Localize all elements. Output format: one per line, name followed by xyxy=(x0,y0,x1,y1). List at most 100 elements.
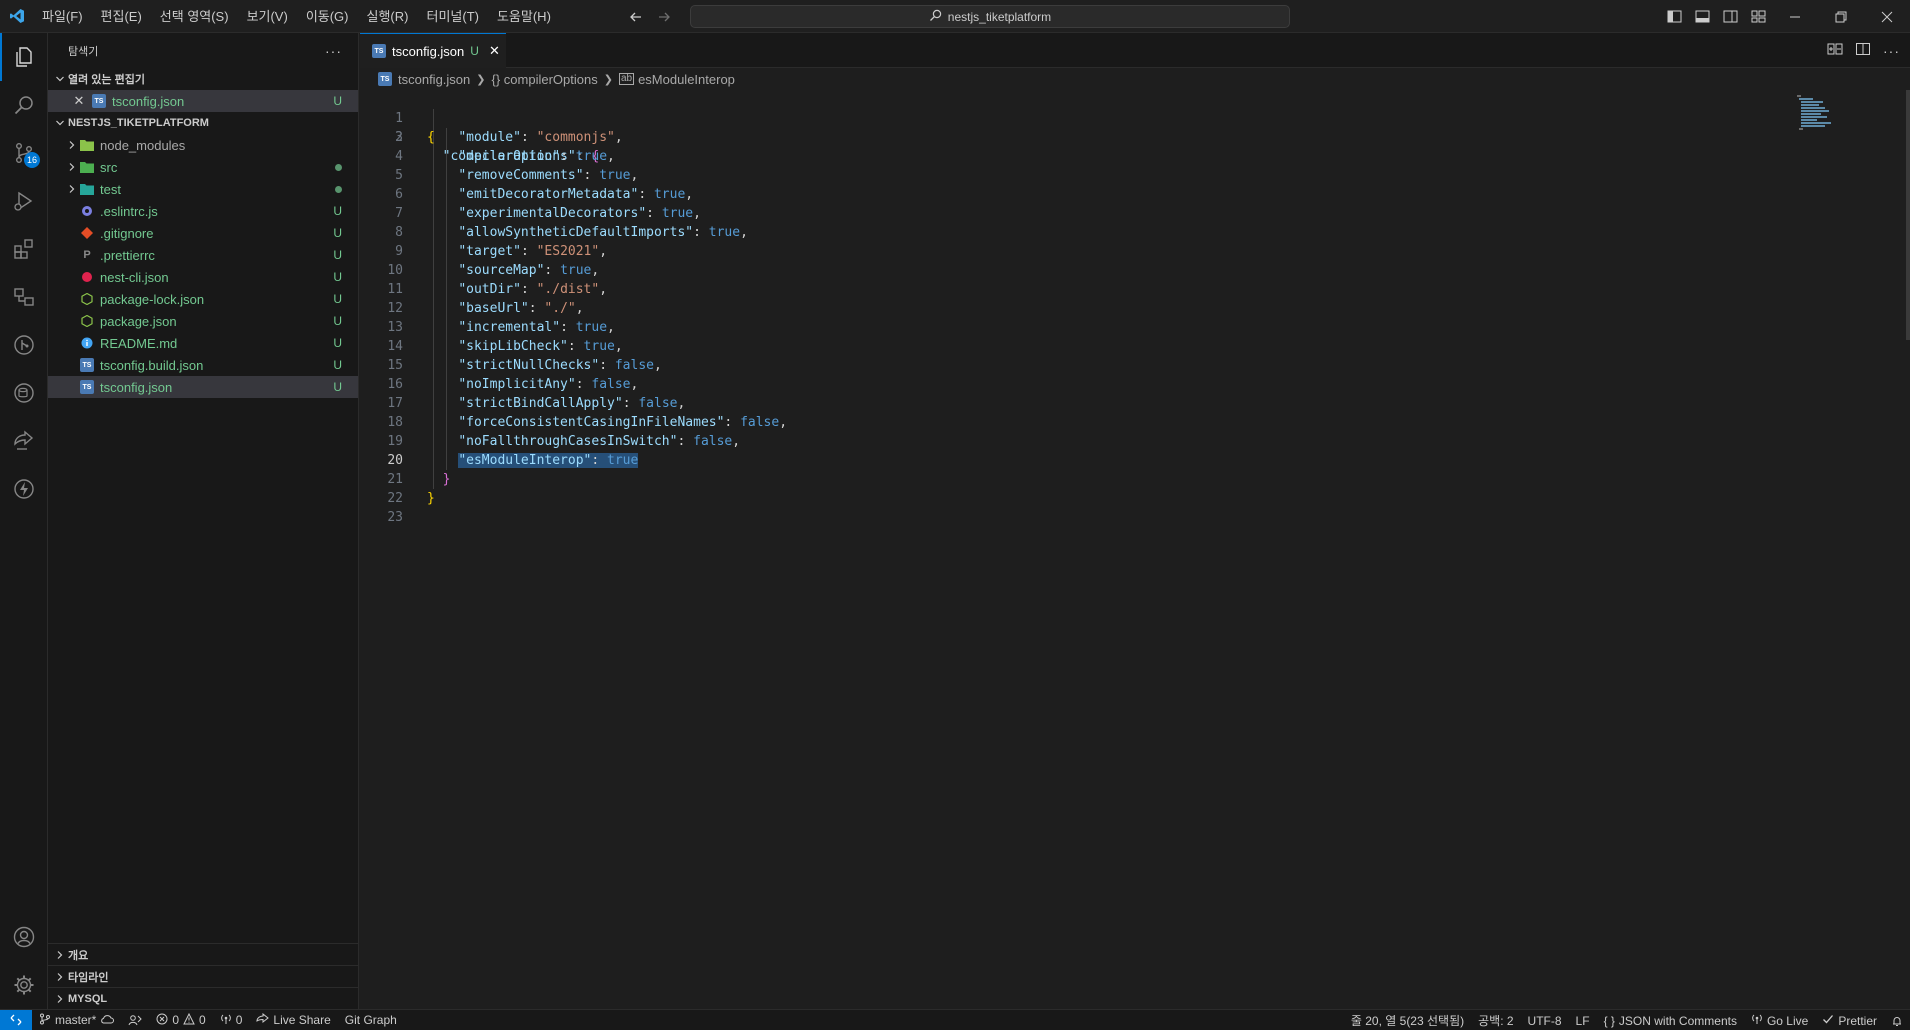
minimize-icon[interactable] xyxy=(1772,0,1818,33)
line-number: 22 xyxy=(387,491,403,506)
git-graph-icon[interactable] xyxy=(0,321,48,369)
accounts-icon[interactable] xyxy=(0,913,48,961)
cursor-position[interactable]: 줄 20, 열 5(23 선택됨) xyxy=(1344,1010,1471,1030)
branch-icon xyxy=(39,1013,51,1028)
accounts-sync-icon[interactable] xyxy=(121,1010,149,1030)
file-tsconfig[interactable]: TS tsconfig.json U xyxy=(48,376,358,398)
notifications-bell-icon[interactable] xyxy=(1884,1010,1910,1030)
file-package-lock[interactable]: package-lock.json U xyxy=(48,288,358,310)
menu-help[interactable]: 도움말(H) xyxy=(488,0,560,33)
live-share-status[interactable]: Live Share xyxy=(249,1010,337,1030)
code-text: "strictNullChecks": false, xyxy=(458,358,662,373)
file-tsconfig-build[interactable]: TS tsconfig.build.json U xyxy=(48,354,358,376)
split-editor-icon[interactable] xyxy=(1855,41,1871,60)
sync-cloud-icon[interactable] xyxy=(100,1013,115,1028)
restore-icon[interactable] xyxy=(1818,0,1864,33)
editor-scrollbar[interactable] xyxy=(1906,90,1910,340)
run-debug-icon[interactable] xyxy=(0,177,48,225)
language-mode[interactable]: { } JSON with Comments xyxy=(1597,1010,1744,1030)
more-actions-icon[interactable]: ··· xyxy=(1883,43,1900,59)
indentation[interactable]: 공백: 2 xyxy=(1471,1010,1520,1030)
breadcrumb-file[interactable]: tsconfig.json xyxy=(398,72,470,87)
go-live-button[interactable]: Go Live xyxy=(1744,1010,1815,1030)
menu-terminal[interactable]: 터미널(T) xyxy=(417,0,487,33)
prettier-icon: P xyxy=(83,249,91,261)
toggle-primary-sidebar-icon[interactable] xyxy=(1660,0,1688,33)
thunder-client-icon[interactable] xyxy=(0,465,48,513)
live-share-icon[interactable] xyxy=(0,417,48,465)
close-window-icon[interactable] xyxy=(1864,0,1910,33)
customize-layout-icon[interactable] xyxy=(1744,0,1772,33)
file-readme[interactable]: README.md U xyxy=(48,332,358,354)
file-nest-cli[interactable]: nest-cli.json U xyxy=(48,266,358,288)
open-changes-icon[interactable] xyxy=(1827,41,1843,60)
git-graph-label: Git Graph xyxy=(344,1013,397,1027)
tsconfig-file-icon: TS xyxy=(92,94,106,108)
open-editor-item[interactable]: ✕ TS tsconfig.json U xyxy=(48,90,358,112)
line-number: 20 xyxy=(387,453,403,468)
json-key: "experimentalDecorators" xyxy=(458,206,647,221)
forward-arrow-icon[interactable] xyxy=(656,9,672,25)
git-graph-status[interactable]: Git Graph xyxy=(338,1010,404,1030)
line-number: 8 xyxy=(395,225,403,240)
code-text: } xyxy=(442,472,451,487)
ports-status[interactable]: 0 xyxy=(213,1010,250,1030)
search-view-icon[interactable] xyxy=(0,81,48,129)
open-editors-section[interactable]: 열려 있는 편집기 xyxy=(48,68,358,90)
file-eslintrc[interactable]: .eslintrc.js U xyxy=(48,200,358,222)
menu-go[interactable]: 이동(G) xyxy=(297,0,358,33)
code-line: 4 "declaration": true, xyxy=(360,147,1860,166)
menu-edit[interactable]: 편집(E) xyxy=(92,0,151,33)
folder-test[interactable]: test xyxy=(48,178,358,200)
menu-view[interactable]: 보기(V) xyxy=(238,0,297,33)
tab-tsconfig[interactable]: TS tsconfig.json U ✕ xyxy=(360,33,506,68)
database-icon[interactable] xyxy=(0,369,48,417)
encoding[interactable]: UTF-8 xyxy=(1521,1010,1569,1030)
error-count: 0 xyxy=(172,1013,180,1027)
npm-icon xyxy=(80,314,94,328)
project-section[interactable]: NESTJS_TIKETPLATFORM xyxy=(48,112,358,134)
settings-gear-icon[interactable] xyxy=(0,961,48,1009)
tree-item-label: .prettierrc xyxy=(100,247,155,263)
menu-selection[interactable]: 선택 영역(S) xyxy=(151,0,238,33)
timeline-section[interactable]: 타임라인 xyxy=(48,965,358,987)
tsconfig-file-icon: TS xyxy=(378,72,392,86)
more-actions-icon[interactable]: ··· xyxy=(325,43,342,59)
line-ending[interactable]: LF xyxy=(1569,1010,1597,1030)
code-text: "module": "commonjs", xyxy=(458,130,623,145)
code-line: 18 "forceConsistentCasingInFileNames": f… xyxy=(360,413,1860,432)
file-package[interactable]: package.json U xyxy=(48,310,358,332)
problems-status[interactable]: 0 0 xyxy=(149,1010,212,1030)
extensions-icon[interactable] xyxy=(0,225,48,273)
code-line: 15 "strictNullChecks": false, xyxy=(360,356,1860,375)
ports-count: 0 xyxy=(235,1013,243,1027)
tab-close-icon[interactable]: ✕ xyxy=(489,43,500,59)
branch-status[interactable]: master* xyxy=(32,1010,121,1030)
line-number: 6 xyxy=(395,187,403,202)
source-control-icon[interactable]: 16 xyxy=(0,129,48,177)
breadcrumb-object[interactable]: {} compilerOptions xyxy=(491,72,597,87)
folder-node-modules[interactable]: node_modules xyxy=(48,134,358,156)
menu-file[interactable]: 파일(F) xyxy=(33,0,92,33)
command-center-search[interactable]: nestjs_tiketplatform xyxy=(690,5,1290,28)
file-gitignore[interactable]: .gitignore U xyxy=(48,222,358,244)
code-line: 21 } xyxy=(360,470,1860,489)
back-arrow-icon[interactable] xyxy=(628,9,644,25)
file-prettierrc[interactable]: P .prettierrc U xyxy=(48,244,358,266)
breadcrumb-property[interactable]: esModuleInterop xyxy=(638,72,735,87)
close-icon[interactable]: ✕ xyxy=(72,93,86,108)
remote-indicator-icon[interactable] xyxy=(0,1009,32,1030)
folder-src[interactable]: src xyxy=(48,156,358,178)
line-number: 3 xyxy=(395,130,403,145)
explorer-icon[interactable] xyxy=(0,33,48,81)
toggle-secondary-sidebar-icon[interactable] xyxy=(1716,0,1744,33)
minimap[interactable] xyxy=(1795,93,1839,133)
prettier-status[interactable]: Prettier xyxy=(1815,1010,1884,1030)
mysql-section[interactable]: MYSQL xyxy=(48,987,358,1009)
code-editor[interactable]: 1 { 2 "compilerOptions": { 3 "module": "… xyxy=(360,90,1910,1009)
line-number: 7 xyxy=(395,206,403,221)
menu-run[interactable]: 실행(R) xyxy=(358,0,418,33)
remote-explorer-icon[interactable] xyxy=(0,273,48,321)
outline-section[interactable]: 개요 xyxy=(48,943,358,965)
toggle-panel-icon[interactable] xyxy=(1688,0,1716,33)
